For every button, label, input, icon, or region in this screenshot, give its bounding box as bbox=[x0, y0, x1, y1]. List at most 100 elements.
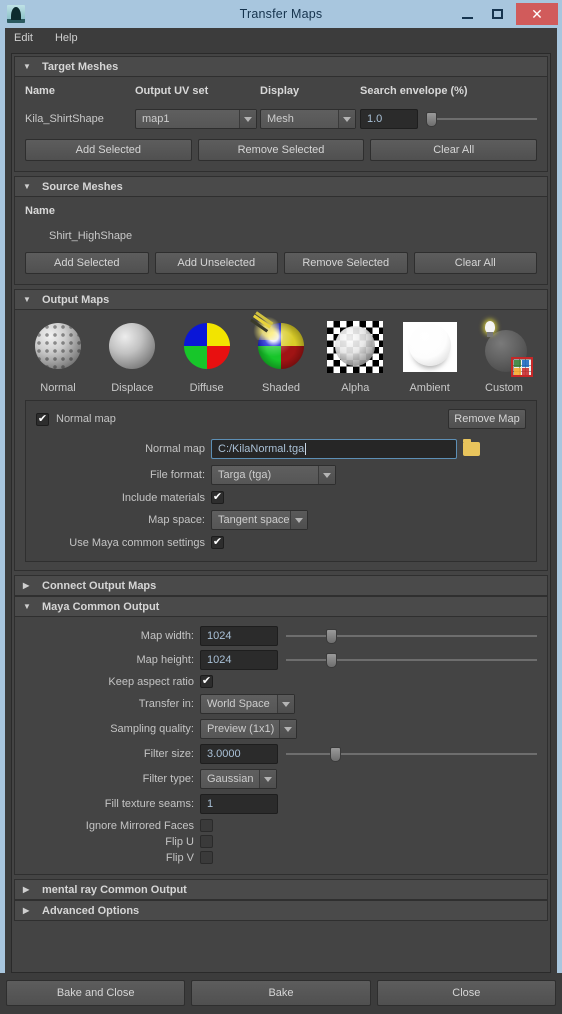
add-selected-target-button[interactable]: Add Selected bbox=[25, 139, 192, 161]
ignore-mirrored-faces-checkbox[interactable] bbox=[200, 819, 213, 832]
add-unselected-source-button[interactable]: Add Unselected bbox=[154, 252, 278, 274]
section-header-output-maps[interactable]: ▼ Output Maps bbox=[14, 289, 548, 310]
slider-handle[interactable] bbox=[326, 629, 337, 644]
clear-all-target-button[interactable]: Clear All bbox=[370, 139, 538, 161]
dialog-client-area: ▼ Target Meshes Name Output UV set Displ… bbox=[5, 48, 557, 973]
output-map-label: Ambient bbox=[409, 382, 450, 394]
normal-map-enable-row: ✔ Normal map Remove Map bbox=[36, 409, 526, 429]
fill-texture-seams-label: Fill texture seams: bbox=[104, 798, 194, 810]
output-map-diffuse[interactable]: Diffuse bbox=[174, 320, 240, 394]
map-height-input[interactable]: 1024 bbox=[200, 650, 278, 670]
normal-map-path-input[interactable]: C:/KilaNormal.tga bbox=[211, 439, 457, 459]
map-width-value: 1024 bbox=[207, 630, 232, 642]
section-header-source-meshes[interactable]: ▼ Source Meshes bbox=[14, 176, 548, 197]
remove-map-button[interactable]: Remove Map bbox=[448, 409, 526, 429]
close-button[interactable]: Close bbox=[376, 980, 556, 1006]
fill-texture-seams-input[interactable]: 1 bbox=[200, 794, 278, 814]
chevron-down-icon: ▼ bbox=[23, 295, 31, 304]
map-width-input[interactable]: 1024 bbox=[200, 626, 278, 646]
map-space-dropdown[interactable]: Tangent space bbox=[211, 510, 308, 530]
uv-set-dropdown[interactable]: map1 bbox=[135, 109, 257, 129]
keep-aspect-ratio-checkbox[interactable]: ✔ bbox=[200, 675, 213, 688]
displace-map-sphere-icon bbox=[103, 320, 161, 378]
normal-map-enable-label: Normal map bbox=[56, 413, 116, 425]
search-envelope-input[interactable]: 1.0 bbox=[360, 109, 418, 129]
section-header-connect-output-maps[interactable]: ▶ Connect Output Maps bbox=[14, 575, 548, 596]
flip-v-checkbox[interactable] bbox=[200, 851, 213, 864]
chevron-down-icon: ▼ bbox=[23, 62, 31, 71]
use-maya-common-checkbox[interactable]: ✔ bbox=[211, 536, 224, 549]
section-header-mental-ray-common-output[interactable]: ▶ mental ray Common Output bbox=[14, 879, 548, 900]
source-mesh-name[interactable]: Shirt_HighShape bbox=[49, 230, 537, 242]
ignore-mirrored-faces-row: Ignore Mirrored Faces bbox=[25, 819, 537, 832]
transfer-in-row: Transfer in: World Space bbox=[25, 694, 537, 714]
column-header-display: Display bbox=[260, 85, 300, 97]
diffuse-map-sphere-icon bbox=[178, 320, 236, 378]
filter-type-row: Filter type: Gaussian bbox=[25, 769, 537, 789]
output-map-normal[interactable]: Normal bbox=[25, 320, 91, 394]
output-map-shaded[interactable]: Shaded bbox=[248, 314, 314, 394]
menu-help[interactable]: Help bbox=[55, 32, 78, 44]
transfer-in-dropdown[interactable]: World Space bbox=[200, 694, 295, 714]
remove-selected-target-button[interactable]: Remove Selected bbox=[197, 139, 365, 161]
section-body-output-maps: Normal Displace Diffuse Shaded Alpha Amb… bbox=[14, 310, 548, 571]
output-map-custom[interactable]: Custom bbox=[471, 320, 537, 394]
column-header-search-envelope: Search envelope (%) bbox=[360, 85, 468, 97]
search-envelope-slider[interactable] bbox=[426, 109, 537, 129]
bake-and-close-button[interactable]: Bake and Close bbox=[6, 980, 186, 1006]
folder-browse-icon[interactable] bbox=[463, 439, 480, 456]
filter-size-slider[interactable] bbox=[286, 744, 537, 764]
slider-handle[interactable] bbox=[330, 747, 341, 762]
flip-u-checkbox[interactable] bbox=[200, 835, 213, 848]
map-width-label: Map width: bbox=[140, 630, 194, 642]
display-value: Mesh bbox=[267, 113, 294, 125]
options-scroll-area[interactable]: ▼ Target Meshes Name Output UV set Displ… bbox=[11, 53, 551, 973]
output-map-ambient[interactable]: Ambient bbox=[397, 320, 463, 394]
fill-texture-seams-row: Fill texture seams: 1 bbox=[25, 794, 537, 814]
file-format-dropdown[interactable]: Targa (tga) bbox=[211, 465, 336, 485]
display-dropdown[interactable]: Mesh bbox=[260, 109, 356, 129]
sampling-quality-value: Preview (1x1) bbox=[207, 723, 275, 735]
titlebar: Transfer Maps ✕ bbox=[0, 0, 562, 28]
output-map-displace[interactable]: Displace bbox=[99, 320, 165, 394]
keep-aspect-ratio-label: Keep aspect ratio bbox=[108, 675, 194, 688]
clear-all-source-button[interactable]: Clear All bbox=[413, 252, 537, 274]
file-format-row: File format: Targa (tga) bbox=[36, 465, 526, 485]
section-header-maya-common-output[interactable]: ▼ Maya Common Output bbox=[14, 596, 548, 617]
use-maya-common-row: Use Maya common settings ✔ bbox=[36, 536, 526, 549]
menu-edit[interactable]: Edit bbox=[14, 32, 33, 44]
filter-size-input[interactable]: 3.0000 bbox=[200, 744, 278, 764]
chevron-down-icon bbox=[318, 466, 335, 484]
chevron-down-icon bbox=[279, 720, 296, 738]
add-selected-source-button[interactable]: Add Selected bbox=[25, 252, 149, 274]
slider-track bbox=[286, 635, 537, 637]
flip-v-label: Flip V bbox=[165, 851, 194, 864]
section-header-advanced-options[interactable]: ▶ Advanced Options bbox=[14, 900, 548, 921]
output-map-label: Diffuse bbox=[189, 382, 224, 394]
section-title-advanced-options: Advanced Options bbox=[42, 904, 140, 917]
fill-texture-seams-value: 1 bbox=[207, 798, 214, 810]
bake-button[interactable]: Bake bbox=[191, 980, 371, 1006]
section-body-maya-common-output: Map width: 1024 Map height: 1024 Keep as… bbox=[14, 617, 548, 875]
include-materials-row: Include materials ✔ bbox=[36, 491, 526, 504]
map-height-slider[interactable] bbox=[286, 650, 537, 670]
filter-type-dropdown[interactable]: Gaussian bbox=[200, 769, 277, 789]
slider-handle[interactable] bbox=[426, 112, 437, 127]
include-materials-checkbox[interactable]: ✔ bbox=[211, 491, 224, 504]
sampling-quality-dropdown[interactable]: Preview (1x1) bbox=[200, 719, 297, 739]
slider-handle[interactable] bbox=[326, 653, 337, 668]
search-envelope-value: 1.0 bbox=[367, 113, 383, 125]
target-meshes-column-headers: Name Output UV set Display Search envelo… bbox=[25, 85, 537, 97]
remove-selected-source-button[interactable]: Remove Selected bbox=[284, 252, 408, 274]
section-header-target-meshes[interactable]: ▼ Target Meshes bbox=[14, 56, 548, 77]
section-title-source-meshes: Source Meshes bbox=[42, 180, 123, 193]
normal-map-checkbox[interactable]: ✔ bbox=[36, 412, 49, 426]
normal-map-detail-panel: ✔ Normal map Remove Map Normal map C:/Ki… bbox=[25, 400, 537, 562]
output-map-label: Normal bbox=[40, 382, 76, 394]
filter-type-value: Gaussian bbox=[207, 773, 254, 785]
output-map-alpha[interactable]: Alpha bbox=[322, 320, 388, 394]
map-width-slider[interactable] bbox=[286, 626, 537, 646]
use-maya-common-label: Use Maya common settings bbox=[69, 536, 205, 549]
normal-map-path-row: Normal map C:/KilaNormal.tga bbox=[36, 439, 526, 459]
chevron-down-icon bbox=[290, 511, 307, 529]
